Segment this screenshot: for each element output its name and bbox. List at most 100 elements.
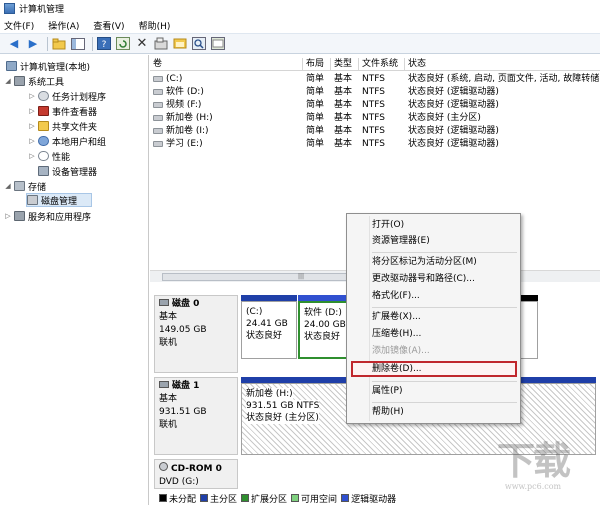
expand-right-icon[interactable]: ▷: [28, 137, 36, 145]
legend-swatch-primary: [200, 494, 209, 502]
menu-delete-volume[interactable]: 删除卷(D)...: [372, 362, 422, 377]
volume-filesystem: NTFS: [362, 139, 385, 149]
properties-icon[interactable]: [153, 36, 169, 52]
volume-type: 基本: [334, 113, 353, 123]
tree-root-label: 计算机管理(本地): [20, 62, 91, 73]
tree-system-tools[interactable]: ◢ 系统工具: [4, 74, 64, 88]
menu-view[interactable]: 查看(V): [93, 19, 124, 32]
disk-0-info[interactable]: 磁盘 0 基本 149.05 GB 联机: [154, 295, 238, 373]
storage-icon: [14, 181, 25, 191]
menu-extend[interactable]: 扩展卷(X)...: [372, 310, 421, 325]
tree-storage[interactable]: ◢ 存储: [4, 179, 46, 193]
back-icon[interactable]: ◀: [6, 36, 22, 52]
open-icon[interactable]: [172, 36, 188, 52]
menu-explorer[interactable]: 资源管理器(E): [372, 234, 430, 249]
volume-row[interactable]: 新加卷 (I:) 简单 基本 NTFS 状态良好 (逻辑驱动器): [150, 125, 600, 137]
menu-gutter: [369, 216, 370, 421]
menu-separator: [372, 402, 517, 403]
expand-down-icon[interactable]: ◢: [4, 182, 12, 190]
services-icon: [14, 211, 25, 221]
volume-row[interactable]: (C:) 简单 基本 NTFS 状态良好 (系统, 启动, 页面文件, 活动, …: [150, 73, 600, 85]
menu-action[interactable]: 操作(A): [48, 19, 79, 32]
search-icon[interactable]: [191, 36, 207, 52]
export-icon[interactable]: [210, 36, 226, 52]
cdrom-info[interactable]: CD-ROM 0 DVD (G:): [154, 459, 238, 489]
tree-task-scheduler[interactable]: ▷ 任务计划程序: [28, 89, 106, 103]
menu-format[interactable]: 格式化(F)...: [372, 289, 420, 304]
tree-device-manager[interactable]: 设备管理器: [38, 164, 97, 178]
menu-mark-active[interactable]: 将分区标记为活动分区(M): [372, 255, 477, 270]
tree-local-users[interactable]: ▷ 本地用户和组: [28, 134, 106, 148]
svg-text:?: ?: [102, 40, 107, 50]
menu-file[interactable]: 文件(F): [4, 19, 34, 32]
expand-right-icon[interactable]: ▷: [28, 152, 36, 160]
expand-right-icon[interactable]: ▷: [28, 122, 36, 130]
tree-disk-management[interactable]: 磁盘管理: [26, 193, 92, 207]
volume-status: 状态良好 (系统, 启动, 页面文件, 活动, 故障转储: [408, 74, 600, 84]
shared-folder-icon: [38, 121, 49, 131]
volume-type: 基本: [334, 100, 353, 110]
legend: 未分配 主分区 扩展分区 可用空间 逻辑驱动器: [155, 492, 396, 505]
tree-event-viewer[interactable]: ▷ 事件查看器: [28, 104, 97, 118]
expand-right-icon[interactable]: ▷: [28, 107, 36, 115]
disk-icon: [159, 381, 169, 388]
scrollbar-grip-icon: |||: [298, 273, 305, 280]
volume-row[interactable]: 视频 (F:) 简单 基本 NTFS 状态良好 (逻辑驱动器): [150, 99, 600, 111]
volume-name: 新加卷 (I:): [166, 126, 209, 136]
column-status[interactable]: 状态: [405, 58, 600, 70]
volume-filesystem: NTFS: [362, 113, 385, 123]
drive-icon: [153, 114, 163, 121]
volume-name: 软件 (D:): [166, 87, 204, 97]
help-icon[interactable]: ?: [96, 36, 112, 52]
refresh-icon[interactable]: [115, 36, 131, 52]
column-type[interactable]: 类型: [331, 58, 359, 70]
title-bar: 计算机管理: [0, 0, 600, 17]
partition-d-status: 状态良好: [304, 332, 341, 342]
tree-services-apps-label: 服务和应用程序: [28, 212, 92, 223]
volume-row[interactable]: 软件 (D:) 简单 基本 NTFS 状态良好 (逻辑驱动器): [150, 86, 600, 98]
tree-performance[interactable]: ▷ 性能: [28, 149, 70, 163]
menu-help[interactable]: 帮助(H): [139, 19, 171, 32]
watermark-url: www.pc6.com: [504, 482, 562, 491]
show-hide-icon[interactable]: [70, 36, 86, 52]
toolbar-separator: [47, 36, 48, 51]
partition-h-status: 状态良好 (主分区): [246, 412, 319, 424]
column-layout[interactable]: 布局: [303, 58, 331, 70]
disk-0-type: 基本: [159, 312, 178, 322]
menu-open[interactable]: 打开(O): [372, 218, 404, 233]
menu-separator: [372, 381, 517, 382]
volume-layout: 简单: [306, 139, 325, 149]
menu-change-letter[interactable]: 更改驱动器号和路径(C)...: [372, 272, 475, 287]
menu-help[interactable]: 帮助(H): [372, 405, 404, 420]
volume-row[interactable]: 学习 (E:) 简单 基本 NTFS 状态良好 (逻辑驱动器): [150, 138, 600, 150]
legend-swatch-logical: [341, 494, 350, 502]
volume-name: (C:): [166, 74, 183, 84]
partition-c[interactable]: (C:) 24.41 GB 状态良好: [241, 301, 297, 359]
partition-d-label: 软件 (D:): [304, 308, 342, 318]
drive-icon: [153, 127, 163, 134]
partition-d[interactable]: 软件 (D:) 24.00 GB 状态良好: [298, 301, 352, 359]
tree-root[interactable]: 计算机管理(本地): [6, 59, 90, 73]
expand-down-icon[interactable]: ◢: [4, 77, 12, 85]
menu-properties[interactable]: 属性(P): [372, 384, 402, 399]
expand-right-icon[interactable]: ▷: [28, 92, 36, 100]
menu-shrink[interactable]: 压缩卷(H)...: [372, 327, 421, 342]
disk-1-info[interactable]: 磁盘 1 基本 931.51 GB 联机: [154, 377, 238, 455]
volume-type: 基本: [334, 126, 353, 136]
partition-c-label: (C:): [246, 307, 263, 317]
volume-type: 基本: [334, 87, 353, 97]
column-volume[interactable]: 卷: [150, 58, 303, 70]
expand-right-icon[interactable]: ▷: [4, 212, 12, 220]
tree-shared-folders[interactable]: ▷ 共享文件夹: [28, 119, 97, 133]
column-filesystem[interactable]: 文件系统: [359, 58, 405, 70]
tree-system-tools-label: 系统工具: [28, 77, 65, 88]
delete-icon[interactable]: ✕: [134, 36, 150, 52]
volume-row[interactable]: 新加卷 (H:) 简单 基本 NTFS 状态良好 (主分区): [150, 112, 600, 124]
tree-services-apps[interactable]: ▷ 服务和应用程序: [4, 209, 91, 223]
forward-icon[interactable]: ▶: [25, 36, 41, 52]
volume-name: 学习 (E:): [166, 139, 203, 149]
partition-d-size: 24.00 GB: [304, 320, 346, 330]
partition-unallocated[interactable]: [520, 301, 538, 359]
partition-c-status: 状态良好: [246, 331, 283, 341]
up-icon[interactable]: [51, 36, 67, 52]
